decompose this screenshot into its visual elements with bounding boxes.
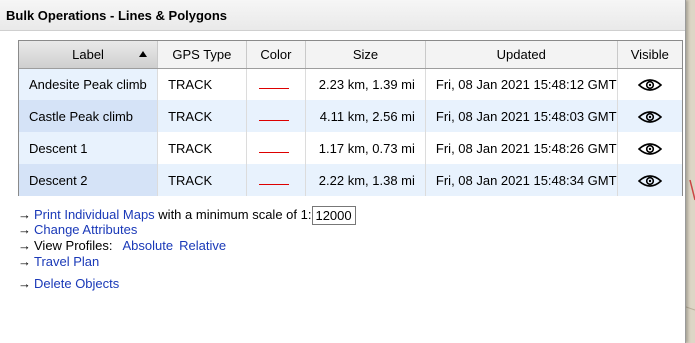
delete-objects-link[interactable]: Delete Objects (34, 276, 119, 291)
table-row[interactable]: Castle Peak climb TRACK 4.11 km, 2.56 mi… (19, 100, 682, 132)
delete-objects-line: → Delete Objects (18, 276, 356, 292)
change-attributes-link[interactable]: Change Attributes (34, 222, 137, 237)
color-swatch (258, 183, 289, 185)
travel-plan-line: → Travel Plan (18, 254, 356, 270)
arrow-icon: → (18, 254, 31, 269)
absolute-profile-link[interactable]: Absolute (123, 238, 174, 253)
view-profiles-line: → View Profiles: Absolute Relative (18, 238, 356, 254)
row-label[interactable]: Descent 1 (19, 132, 159, 164)
row-color[interactable] (246, 132, 307, 164)
table-row[interactable]: Descent 1 TRACK 1.17 km, 0.73 mi Fri, 08… (19, 132, 682, 164)
row-visible[interactable] (617, 132, 682, 164)
row-updated: Fri, 08 Jan 2021 15:48:34 GMT (425, 164, 618, 196)
row-size: 2.22 km, 1.38 mi (305, 164, 426, 196)
row-color[interactable] (246, 100, 307, 132)
table-row[interactable]: Descent 2 TRACK 2.22 km, 1.38 mi Fri, 08… (19, 164, 682, 196)
row-visible[interactable] (617, 68, 682, 100)
table-row[interactable]: Andesite Peak climb TRACK 2.23 km, 1.39 … (19, 68, 682, 100)
row-visible[interactable] (617, 100, 682, 132)
dialog-title[interactable]: Bulk Operations - Lines & Polygons (0, 0, 685, 31)
column-header-updated[interactable]: Updated (425, 41, 618, 69)
eye-icon[interactable] (637, 142, 662, 156)
row-label[interactable]: Castle Peak climb (19, 100, 159, 132)
column-header-size[interactable]: Size (305, 41, 426, 69)
row-gps-type: TRACK (157, 100, 247, 132)
row-color[interactable] (246, 68, 307, 100)
eye-icon[interactable] (637, 110, 662, 124)
row-gps-type: TRACK (157, 68, 247, 100)
travel-plan-link[interactable]: Travel Plan (34, 254, 99, 269)
row-size: 2.23 km, 1.39 mi (305, 68, 426, 100)
bulk-operations-dialog: Bulk Operations - Lines & Polygons Label… (0, 0, 686, 343)
change-attributes-line: → Change Attributes (18, 222, 356, 238)
row-color[interactable] (246, 164, 307, 196)
column-header-color[interactable]: Color (246, 41, 307, 69)
row-updated: Fri, 08 Jan 2021 15:48:26 GMT (425, 132, 618, 164)
min-scale-input[interactable] (312, 206, 357, 225)
sort-ascending-icon (139, 51, 148, 57)
objects-table: Label GPS Type Color Size Updated Visibl… (18, 40, 683, 196)
row-label[interactable]: Descent 2 (19, 164, 159, 196)
view-profiles-label: View Profiles: (34, 238, 113, 253)
print-individual-maps-link[interactable]: Print Individual Maps (34, 207, 155, 222)
row-updated: Fri, 08 Jan 2021 15:48:03 GMT (425, 100, 618, 132)
row-gps-type: TRACK (157, 132, 247, 164)
arrow-icon: → (18, 238, 31, 253)
table-header-row: Label GPS Type Color Size Updated Visibl… (19, 41, 682, 69)
min-scale-label: with a minimum scale of 1: (158, 206, 312, 222)
arrow-icon: → (18, 206, 31, 222)
color-swatch (258, 119, 289, 121)
row-size: 1.17 km, 0.73 mi (305, 132, 426, 164)
eye-icon[interactable] (637, 174, 662, 188)
row-gps-type: TRACK (157, 164, 247, 196)
eye-icon[interactable] (637, 78, 662, 92)
column-header-gps-type[interactable]: GPS Type (157, 41, 247, 69)
color-swatch (258, 151, 289, 153)
arrow-icon: → (18, 276, 31, 291)
column-header-label-text: Label (72, 46, 104, 62)
color-swatch (258, 87, 289, 89)
row-size: 4.11 km, 2.56 mi (305, 100, 426, 132)
arrow-icon: → (18, 222, 31, 237)
column-header-visible[interactable]: Visible (617, 41, 682, 69)
bulk-actions: → Print Individual Maps with a minimum sc… (18, 206, 357, 292)
column-header-label[interactable]: Label (19, 41, 159, 69)
row-visible[interactable] (617, 164, 682, 196)
relative-profile-link[interactable]: Relative (179, 238, 226, 253)
print-maps-line: → Print Individual Maps with a minimum sc… (18, 206, 357, 225)
row-updated: Fri, 08 Jan 2021 15:48:12 GMT (425, 68, 618, 100)
row-label[interactable]: Andesite Peak climb (19, 68, 159, 100)
